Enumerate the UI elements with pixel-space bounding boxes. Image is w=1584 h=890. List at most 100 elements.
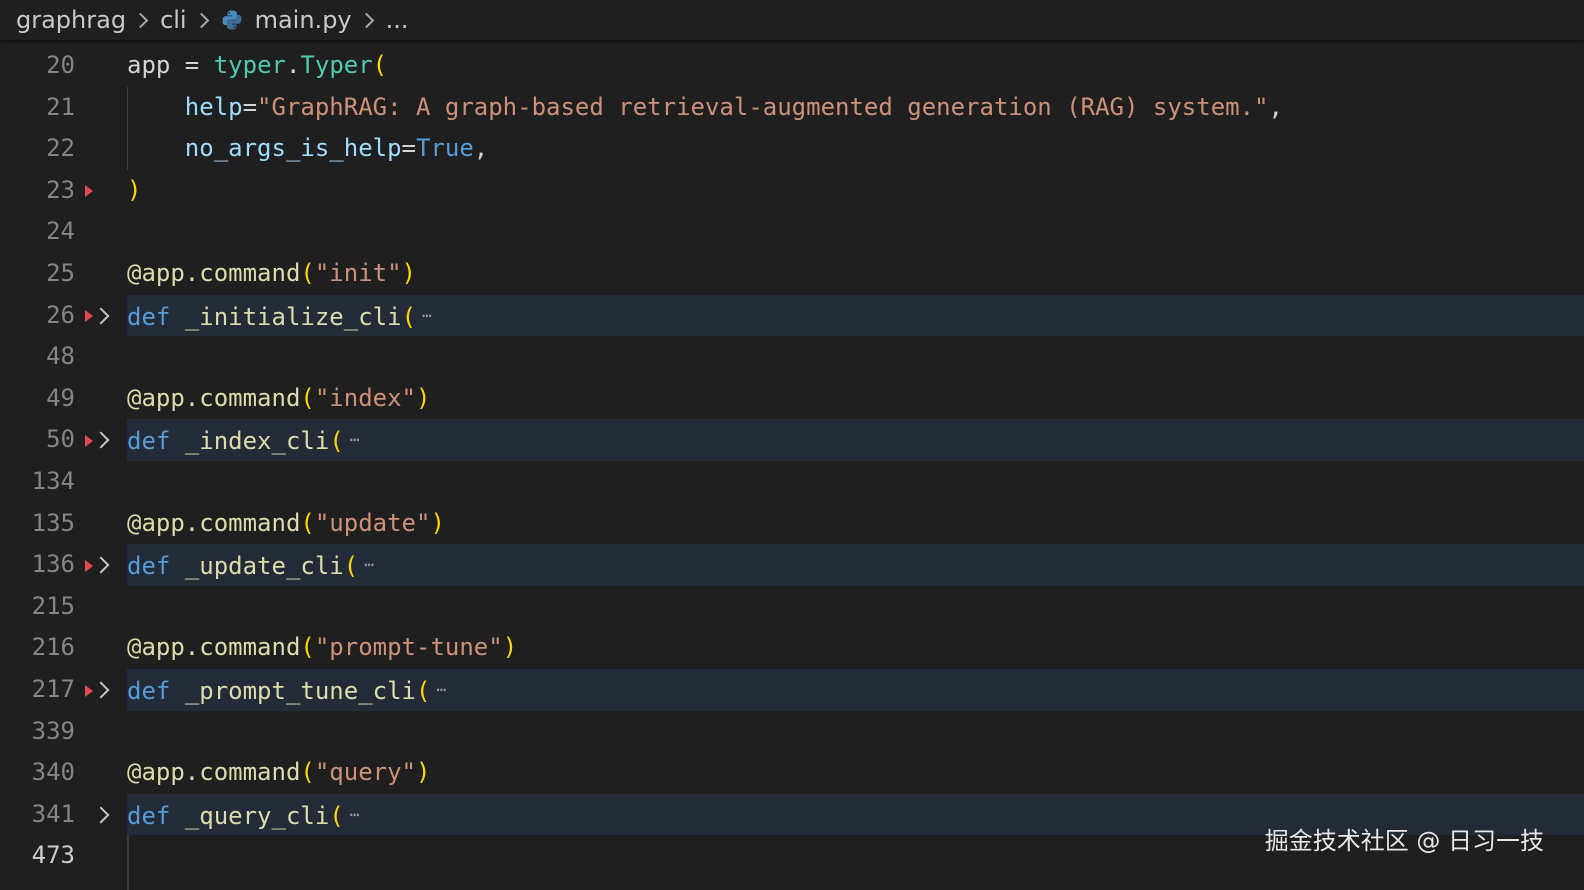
fold-chevron-icon[interactable]: [92, 307, 110, 325]
code-token: ): [416, 383, 431, 412]
python-icon: [221, 9, 243, 31]
code-token: def: [127, 677, 171, 705]
code-token: no_args_is_help: [127, 134, 402, 163]
chevron-right-icon: [132, 12, 149, 28]
code-text: @app.command("query"): [127, 752, 1584, 794]
code-line[interactable]: 339: [0, 711, 1584, 753]
code-line[interactable]: 136 def _update_cli(⋯: [0, 544, 1584, 586]
folded-code-ellipsis-icon[interactable]: ⋯: [364, 544, 374, 586]
code-token: def: [127, 552, 171, 581]
line-number: 21: [46, 92, 75, 121]
folded-code-ellipsis-icon[interactable]: ⋯: [422, 295, 432, 337]
line-number: 48: [46, 342, 75, 371]
code-text: ): [127, 170, 1584, 212]
code-line[interactable]: 25 @app.command("init"): [0, 253, 1584, 295]
code-token: (: [300, 758, 315, 787]
code-token: (: [300, 633, 315, 662]
code-text: @app.command("init"): [127, 253, 1584, 295]
breadcrumb-item-more[interactable]: ...: [386, 6, 409, 34]
code-line[interactable]: 23): [0, 170, 1584, 212]
code-token: "query": [314, 758, 416, 787]
line-number: 24: [46, 217, 75, 246]
code-line[interactable]: 215: [0, 586, 1584, 628]
line-number: 134: [31, 467, 75, 495]
line-number: 217: [31, 675, 75, 703]
line-number: 339: [31, 716, 75, 745]
code-token: =: [242, 92, 258, 121]
code-token: @app.command: [127, 633, 301, 662]
code-line[interactable]: 135 @app.command("update"): [0, 503, 1584, 545]
code-token: (: [401, 302, 417, 331]
line-number: 26: [46, 300, 75, 329]
code-line[interactable]: 26 def _initialize_cli(⋯: [0, 294, 1584, 337]
line-number: 215: [31, 591, 75, 620]
diff-deletion-marker[interactable]: [85, 185, 93, 198]
code-token: ): [430, 508, 445, 537]
code-text: no_args_is_help=True,: [127, 128, 1584, 170]
code-token: "GraphRAG: A graph-based retrieval-augme…: [257, 92, 1269, 121]
breadcrumb-item-graphrag[interactable]: graphrag: [16, 6, 126, 34]
breadcrumb: graphrag cli main.py ...: [0, 0, 1584, 40]
code-line[interactable]: 216 @app.command("prompt-tune"): [0, 627, 1584, 669]
code-text: @app.command("index"): [127, 378, 1584, 420]
code-text: help="GraphRAG: A graph-based retrieval-…: [127, 87, 1584, 129]
line-number: 216: [31, 633, 75, 662]
code-token: ): [401, 259, 416, 287]
code-token: def: [127, 427, 171, 456]
code-text: @app.command("update"): [127, 503, 1584, 545]
diff-deletion-marker[interactable]: [85, 684, 93, 697]
code-token: @app.command: [127, 508, 301, 537]
code-line[interactable]: 20 app = typer.Typer(: [0, 45, 1584, 87]
code-token: (: [300, 383, 315, 412]
line-number: 20: [46, 51, 75, 79]
breadcrumb-item-cli[interactable]: cli: [160, 6, 187, 34]
diff-deletion-marker[interactable]: [85, 559, 93, 572]
code-line[interactable]: 49 @app.command("index"): [0, 378, 1584, 420]
fold-chevron-icon[interactable]: [92, 681, 110, 699]
code-editor[interactable]: 20 app = typer.Typer(21 help="GraphRAG: A…: [0, 45, 1584, 890]
code-text: def _prompt_tune_cli(⋯: [127, 669, 1584, 711]
code-token: @app.command: [127, 758, 301, 787]
code-token: True: [416, 134, 474, 163]
diff-deletion-marker[interactable]: [85, 310, 93, 323]
chevron-right-icon: [193, 12, 209, 28]
code-line[interactable]: 22 no_args_is_help=True,: [0, 128, 1584, 170]
line-number: 135: [31, 508, 75, 537]
code-token: "index": [314, 383, 416, 412]
code-token: (: [329, 801, 344, 830]
diff-deletion-marker[interactable]: [85, 435, 93, 447]
code-line[interactable]: 48: [0, 336, 1584, 378]
code-token: ): [416, 758, 431, 787]
code-line[interactable]: 134: [0, 461, 1584, 503]
code-token: ,: [1268, 92, 1283, 121]
code-line[interactable]: 24: [0, 211, 1584, 253]
fold-chevron-icon[interactable]: [92, 806, 110, 824]
folded-code-ellipsis-icon[interactable]: ⋯: [350, 419, 360, 461]
code-token: (: [372, 51, 388, 79]
code-line[interactable]: 217 def _prompt_tune_cli(⋯: [0, 669, 1584, 711]
code-line[interactable]: 21 help="GraphRAG: A graph-based retriev…: [0, 87, 1584, 129]
fold-chevron-icon[interactable]: [92, 556, 110, 574]
folded-code-ellipsis-icon[interactable]: ⋯: [350, 794, 360, 836]
breadcrumb-item-file[interactable]: main.py: [255, 6, 352, 34]
line-number: 473: [31, 841, 75, 870]
code-token: .: [285, 51, 301, 79]
line-number: 136: [31, 550, 75, 579]
code-token: (: [300, 259, 315, 287]
code-text: def _index_cli(⋯: [127, 419, 1584, 461]
code-token: @app.command: [127, 259, 301, 287]
code-token: typer: [213, 51, 286, 79]
code-line[interactable]: 340 @app.command("query"): [0, 752, 1584, 794]
code-line[interactable]: 50 def _index_cli(⋯: [0, 419, 1584, 461]
fold-chevron-icon[interactable]: [92, 431, 110, 449]
code-token: _query_cli: [184, 801, 330, 830]
code-token: def: [127, 302, 171, 331]
code-token: app: [127, 51, 171, 79]
folded-code-ellipsis-icon[interactable]: ⋯: [436, 669, 446, 711]
